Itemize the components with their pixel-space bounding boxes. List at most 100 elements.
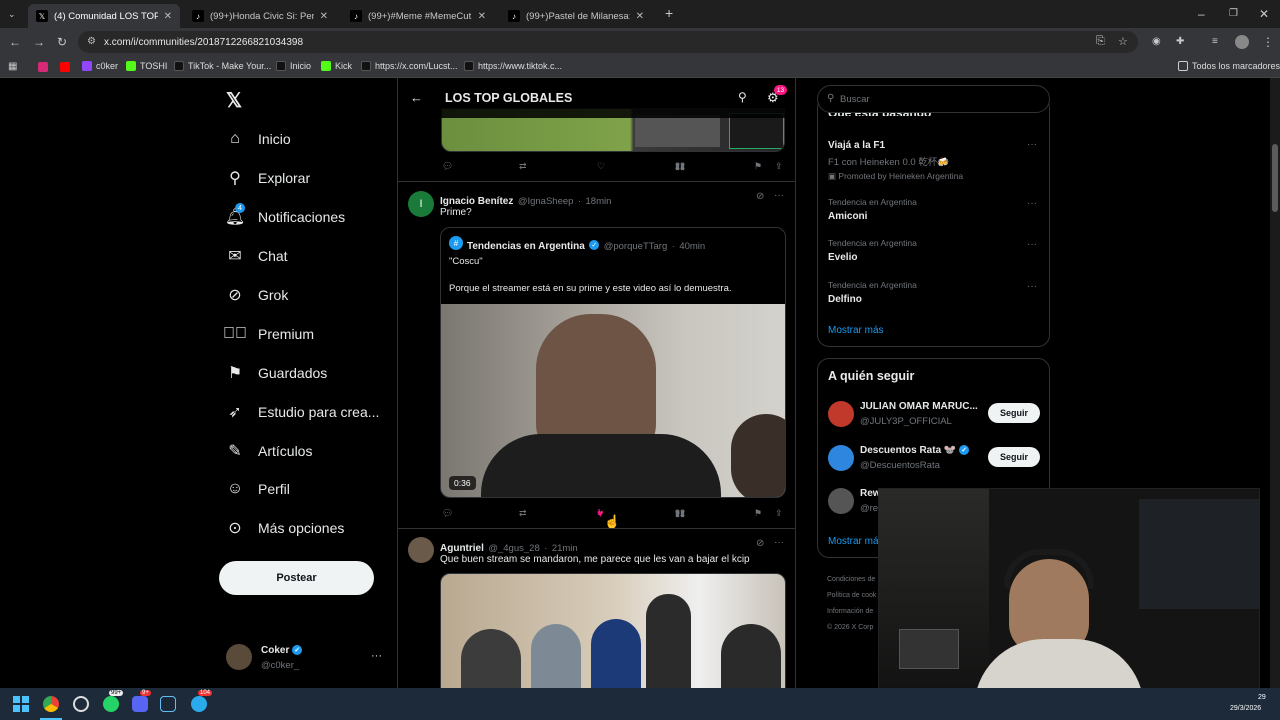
account-switcher[interactable]: Coker ✓ @c0ker_ ··· — [226, 642, 396, 678]
reply-icon[interactable]: 💬︎ — [442, 161, 453, 172]
bookmark-icon[interactable]: ⚑ — [754, 161, 762, 172]
forward-icon[interactable]: → — [33, 36, 45, 48]
post-image[interactable] — [440, 573, 786, 688]
share-icon[interactable]: ⇪ — [775, 508, 783, 519]
chrome-icon[interactable] — [43, 696, 59, 712]
windows-start-icon[interactable] — [13, 696, 29, 712]
nav-item-explorar[interactable]: ⚲ Explorar — [226, 169, 310, 187]
media-icon[interactable]: ≡ — [1212, 36, 1218, 48]
clock-date[interactable]: 29/3/2026 — [1230, 705, 1261, 712]
grok-icon[interactable]: ⊘ — [756, 191, 764, 202]
minimize-icon[interactable]: – — [1198, 8, 1205, 20]
trend-item[interactable]: Tendencia en Argentina Delfino — [828, 280, 917, 305]
tab-search-icon[interactable]: ⌄ — [8, 8, 16, 20]
more-icon[interactable]: ··· — [1027, 239, 1037, 250]
author-name[interactable]: Aguntriel — [440, 543, 484, 554]
grok-icon[interactable]: ⊘ — [756, 538, 764, 549]
trend-item[interactable]: Tendencia en Argentina Evelio — [828, 238, 917, 263]
post-time[interactable]: 18min — [586, 196, 612, 207]
like-icon[interactable]: ♡ — [597, 161, 605, 172]
bookmark-tiktok[interactable]: TikTok - Make Your... — [174, 61, 271, 71]
close-tab-icon[interactable]: ✕ — [320, 11, 328, 22]
scrollbar[interactable] — [1270, 78, 1280, 688]
footer-link[interactable]: Condiciones de — [827, 572, 876, 588]
post-button[interactable]: Postear — [219, 561, 374, 595]
share-icon[interactable]: ⇪ — [775, 161, 783, 172]
follow-button[interactable]: Seguir — [988, 447, 1040, 467]
nav-item-articulos[interactable]: ✎ Artículos — [226, 442, 312, 460]
clock-time[interactable]: 29 — [1258, 694, 1266, 701]
steam-icon[interactable] — [160, 696, 176, 712]
post-time[interactable]: 21min — [552, 543, 578, 554]
back-arrow-icon[interactable]: ← — [410, 90, 423, 105]
tab-pastel[interactable]: ♪ (99+)Pastel de Milanesa: Receta ✕ — [500, 4, 652, 28]
more-icon[interactable]: ··· — [371, 650, 382, 662]
close-tab-icon[interactable]: ✕ — [636, 11, 644, 22]
footer-link[interactable]: Información de — [827, 604, 876, 620]
instagram-icon[interactable] — [38, 62, 48, 72]
nav-item-estudio[interactable]: ➶ Estudio para crea... — [226, 403, 379, 421]
nav-item-perfil[interactable]: ☺ Perfil — [226, 480, 290, 498]
reply-icon[interactable]: 💬︎ — [442, 508, 453, 519]
bookmark-tiktok-url[interactable]: https://www.tiktok.c... — [464, 61, 562, 71]
nav-item-guardados[interactable]: ⚑ Guardados — [226, 364, 327, 382]
more-icon[interactable]: ··· — [1027, 139, 1037, 150]
nav-item-premium[interactable]: ✓⃝ Premium — [223, 325, 314, 343]
tab-communities[interactable]: 𝕏 (4) Comunidad LOS TOP GLOBALES ✕ — [28, 4, 180, 28]
more-icon[interactable]: ··· — [774, 190, 784, 201]
close-tab-icon[interactable]: ✕ — [164, 11, 172, 22]
search-input[interactable]: ⚲ Buscar — [817, 85, 1050, 113]
show-more-link[interactable]: Mostrar más — [828, 325, 884, 336]
bookmark-kick[interactable]: Kick — [321, 61, 352, 71]
nav-item-mas-opciones[interactable]: ⊙ Más opciones — [226, 519, 344, 537]
repost-icon[interactable]: ⇄ — [519, 161, 527, 172]
reload-icon[interactable]: ↻ — [57, 36, 67, 48]
x-logo-icon[interactable]: 𝕏 — [226, 88, 242, 113]
bookmark-toshi[interactable]: TOSHI — [126, 61, 167, 71]
site-info-icon[interactable]: ⚙ — [87, 36, 96, 47]
puzzle-icon[interactable]: ✚ — [1176, 36, 1184, 48]
author-handle[interactable]: @_4gus_28 — [488, 543, 539, 554]
show-more-link[interactable]: Mostrar má — [828, 536, 879, 547]
nav-item-inicio[interactable]: ⌂ Inicio — [226, 130, 291, 148]
url-field[interactable]: ⚙ x.com/i/communities/201871226682103439… — [78, 31, 1138, 53]
author-handle[interactable]: @IgnaSheep — [518, 196, 574, 207]
avatar[interactable] — [408, 537, 434, 563]
promoted-trend[interactable]: Viajá a la F1 F1 con Heineken 0.0 乾杯🍻 ▣ … — [828, 140, 963, 182]
close-window-icon[interactable]: ✕ — [1259, 8, 1269, 20]
bookmark-inicio[interactable]: Inicio — [276, 61, 311, 71]
author-name[interactable]: Ignacio Benítez — [440, 196, 513, 207]
follow-button[interactable]: Seguir — [988, 403, 1040, 423]
menu-icon[interactable]: ⋮ — [1262, 36, 1274, 48]
telegram-icon[interactable] — [191, 696, 207, 712]
whatsapp-icon[interactable] — [103, 696, 119, 712]
extension-icon[interactable]: ◉ — [1152, 36, 1161, 48]
back-icon[interactable]: ← — [9, 36, 21, 48]
tab-meme[interactable]: ♪ (99+)#Meme #MemeCut #Cap ✕ — [342, 4, 494, 28]
install-icon[interactable]: ⎘ — [1096, 35, 1105, 48]
youtube-icon[interactable] — [60, 62, 70, 72]
nav-item-chat[interactable]: ✉ Chat — [226, 247, 287, 265]
apps-grid-icon[interactable]: ▦ — [8, 61, 17, 73]
more-icon[interactable]: ··· — [1027, 281, 1037, 292]
more-icon[interactable]: ··· — [1027, 198, 1037, 209]
bookmark-c0ker[interactable]: c0ker — [82, 61, 118, 71]
new-tab-button[interactable]: + — [665, 6, 673, 20]
nav-item-grok[interactable]: ⊘ Grok — [226, 286, 288, 304]
avatar[interactable]: I — [408, 191, 434, 217]
profile-avatar[interactable] — [1235, 35, 1249, 49]
scrollbar-thumb[interactable] — [1272, 144, 1278, 212]
bookmark-icon[interactable]: ⚑ — [754, 508, 762, 519]
more-icon[interactable]: ··· — [774, 537, 784, 548]
close-tab-icon[interactable]: ✕ — [478, 11, 486, 22]
discord-icon[interactable] — [132, 696, 148, 712]
tab-honda[interactable]: ♪ (99+)Honda Civic Si: Performance ✕ — [184, 4, 336, 28]
bookmark-x-lucst[interactable]: https://x.com/Lucst... — [361, 61, 458, 71]
obs-icon[interactable] — [73, 696, 89, 712]
nav-item-notificaciones[interactable]: 🔔︎ 4 Notificaciones — [225, 203, 345, 226]
video-player[interactable]: 0:36 — [441, 304, 785, 497]
footer-link[interactable]: Política de cook — [827, 588, 876, 604]
restore-icon[interactable]: ❐ — [1229, 8, 1238, 20]
bookmark-star-icon[interactable]: ☆ — [1118, 35, 1128, 48]
quoted-post[interactable]: # Tendencias en Argentina ✓ @porqueTTarg… — [440, 227, 786, 498]
